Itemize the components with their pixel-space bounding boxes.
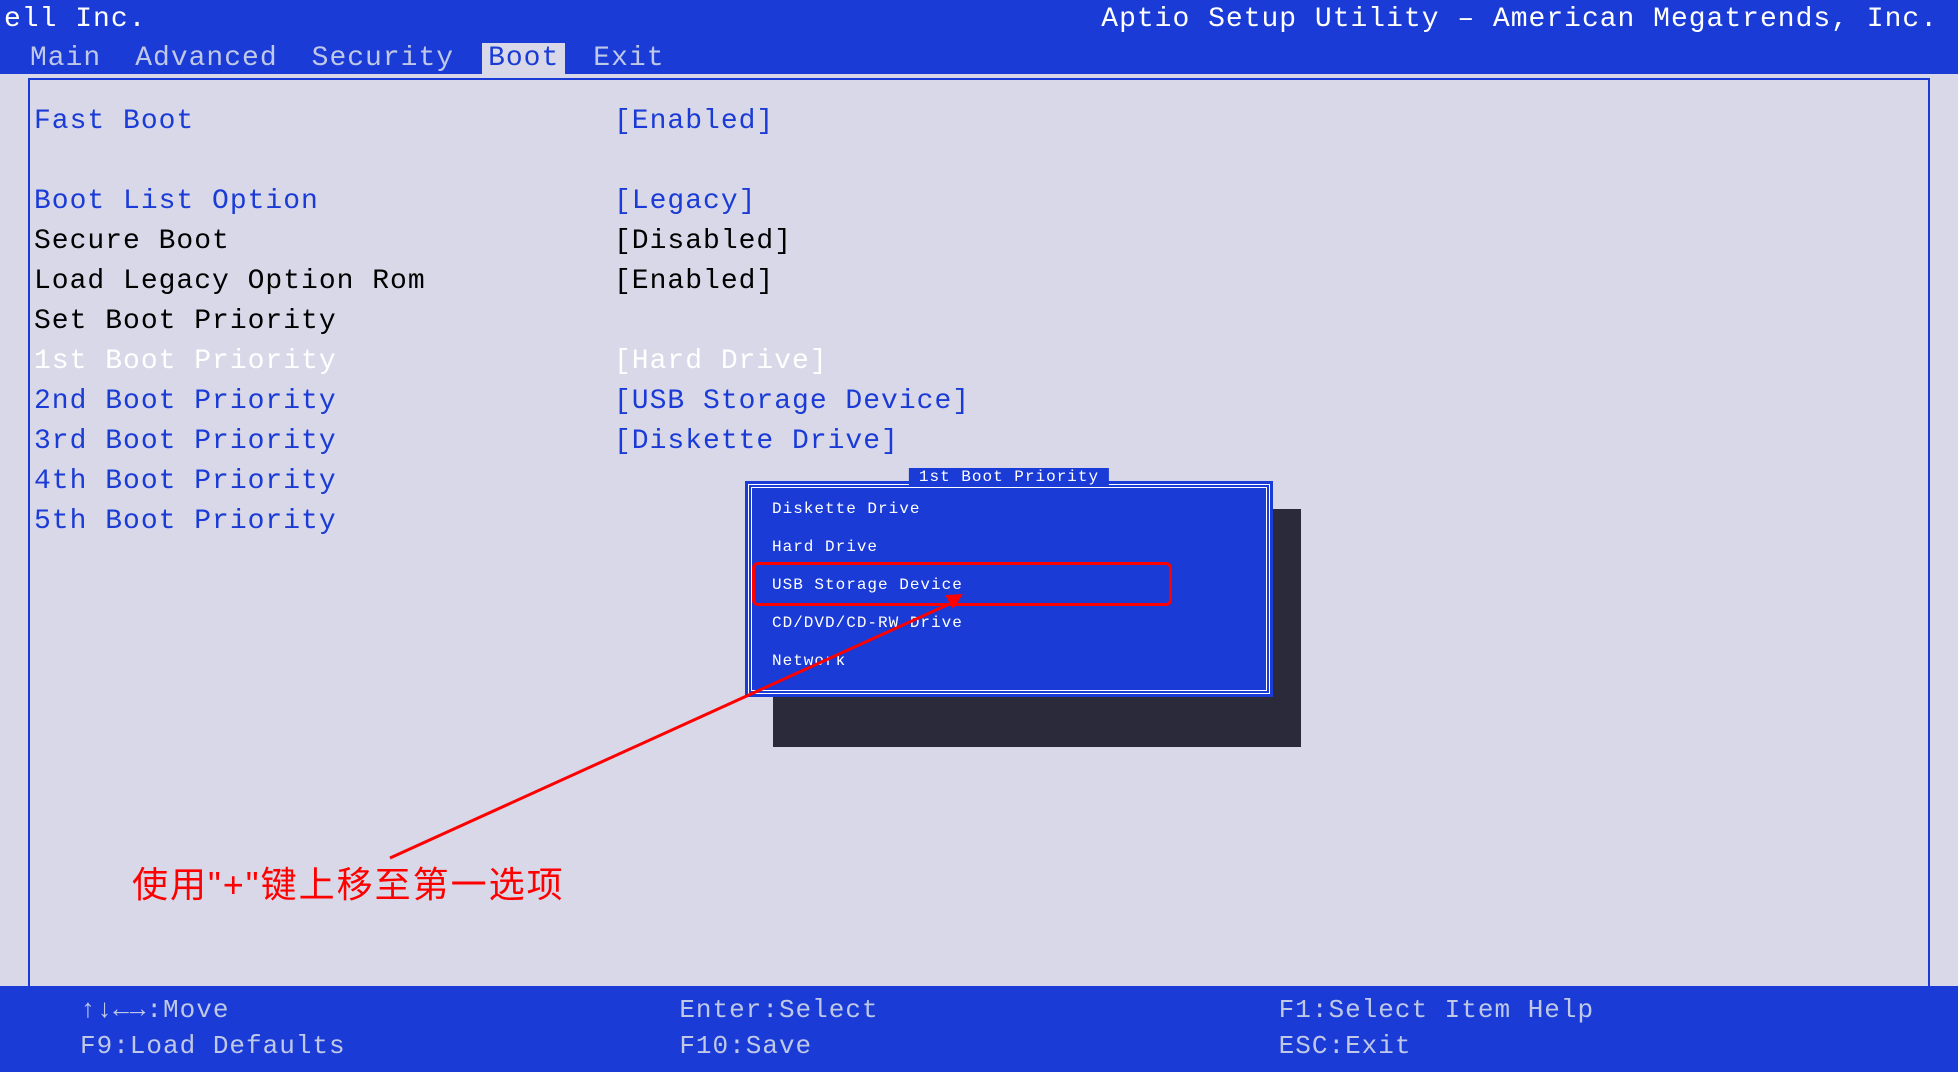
footer-bar: ↑↓←→:Move Enter:Select F1:Select Item He… <box>0 986 1958 1072</box>
setting-third-boot-priority[interactable]: 3rd Boot Priority [Diskette Drive] <box>34 422 1930 462</box>
footer-hint-enter: Enter:Select <box>679 992 1278 1028</box>
popup-option-hard-drive[interactable]: Hard Drive <box>770 528 1248 566</box>
popup-option-usb-storage[interactable]: USB Storage Device <box>770 566 1248 604</box>
setting-value: [Legacy] <box>614 182 756 222</box>
popup-option-diskette[interactable]: Diskette Drive <box>770 490 1248 528</box>
setting-label: 1st Boot Priority <box>34 342 614 382</box>
setting-label: Fast Boot <box>34 102 614 142</box>
tab-boot[interactable]: Boot <box>482 43 565 74</box>
setting-value: [USB Storage Device] <box>614 382 970 422</box>
setting-load-legacy-rom[interactable]: Load Legacy Option Rom [Enabled] <box>34 262 1930 302</box>
setting-boot-list-option[interactable]: Boot List Option [Legacy] <box>34 182 1930 222</box>
popup-option-cd-dvd[interactable]: CD/DVD/CD-RW Drive <box>770 604 1248 642</box>
setting-set-boot-priority[interactable]: Set Boot Priority <box>34 302 1930 342</box>
header-bar: ell Inc. Aptio Setup Utility – American … <box>0 0 1958 74</box>
utility-title: Aptio Setup Utility – American Megatrend… <box>1101 4 1938 35</box>
footer-hint-defaults: F9:Load Defaults <box>80 1028 679 1064</box>
tab-exit[interactable]: Exit <box>587 43 670 74</box>
footer-hint-help: F1:Select Item Help <box>1279 992 1878 1028</box>
bios-screen: ell Inc. Aptio Setup Utility – American … <box>0 0 1958 1072</box>
setting-value: [Enabled] <box>614 102 774 142</box>
setting-label: 5th Boot Priority <box>34 502 614 542</box>
setting-value: [Hard Drive] <box>614 342 828 382</box>
setting-label: Boot List Option <box>34 182 614 222</box>
footer-hint-exit: ESC:Exit <box>1279 1028 1878 1064</box>
setting-label: Load Legacy Option Rom <box>34 262 614 302</box>
setting-value: [Enabled] <box>614 262 774 302</box>
setting-label: 4th Boot Priority <box>34 462 614 502</box>
tab-advanced[interactable]: Advanced <box>129 43 283 74</box>
tab-main[interactable]: Main <box>24 43 107 74</box>
setting-label: 2nd Boot Priority <box>34 382 614 422</box>
popup-inner: 1st Boot Priority Diskette Drive Hard Dr… <box>748 484 1270 694</box>
footer-hint-save: F10:Save <box>679 1028 1278 1064</box>
footer-hint-move: ↑↓←→:Move <box>80 992 679 1028</box>
setting-first-boot-priority[interactable]: 1st Boot Priority [Hard Drive] <box>34 342 1930 382</box>
setting-label: 3rd Boot Priority <box>34 422 614 462</box>
popup-title: 1st Boot Priority <box>909 468 1109 486</box>
setting-value: [Disabled] <box>614 222 792 262</box>
boot-priority-popup: 1st Boot Priority Diskette Drive Hard Dr… <box>745 481 1273 697</box>
setting-label: Set Boot Priority <box>34 302 614 342</box>
setting-label: Secure Boot <box>34 222 614 262</box>
tab-security[interactable]: Security <box>306 43 460 74</box>
setting-value: [Diskette Drive] <box>614 422 899 462</box>
brand-label: ell Inc. <box>4 4 146 35</box>
setting-secure-boot[interactable]: Secure Boot [Disabled] <box>34 222 1930 262</box>
tab-bar: Main Advanced Security Boot Exit <box>24 43 671 74</box>
setting-fast-boot[interactable]: Fast Boot [Enabled] <box>34 102 1930 142</box>
annotation-text: 使用"+"键上移至第一选项 <box>132 856 565 908</box>
setting-second-boot-priority[interactable]: 2nd Boot Priority [USB Storage Device] <box>34 382 1930 422</box>
popup-option-network[interactable]: Network <box>770 642 1248 680</box>
